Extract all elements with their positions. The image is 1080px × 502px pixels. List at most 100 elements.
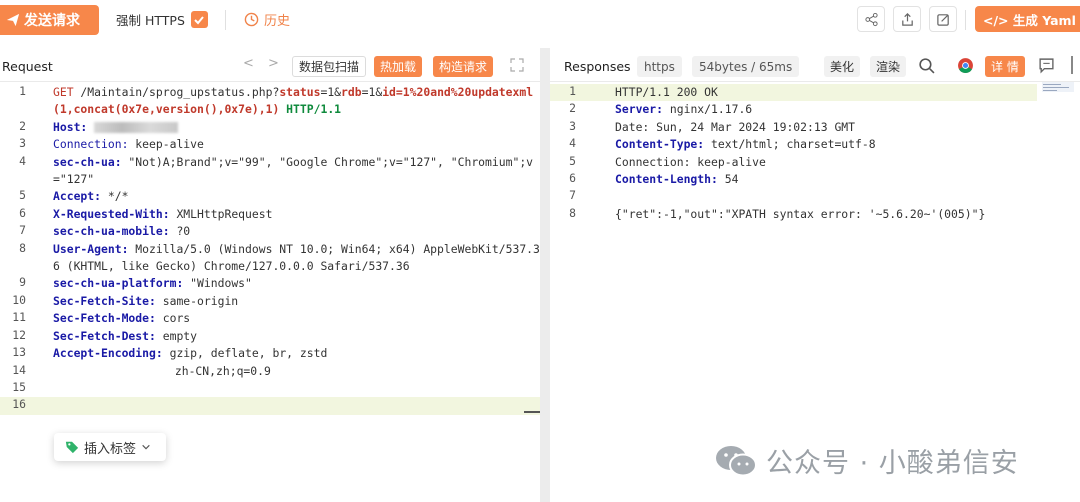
param-key: status: [279, 85, 321, 99]
header-key: Accept-Encoding:: [53, 346, 163, 361]
code-line: 10 Sec-Fetch-Site: same-origin: [0, 293, 540, 310]
code-line: 3 Connection: keep-alive: [0, 136, 540, 153]
export-button[interactable]: [893, 6, 921, 32]
header-key: Sec-Fetch-Site:: [53, 293, 156, 308]
header-value: empty: [155, 328, 198, 343]
minimap[interactable]: [1042, 82, 1074, 92]
code-line: 6 Content-Length: 54: [550, 171, 1080, 188]
insert-tag-label: 插入标签: [84, 441, 137, 457]
code-line: 2 Host:: [0, 119, 540, 136]
packet-scan-button[interactable]: 数据包扫描: [292, 56, 367, 77]
header-value: XMLHttpRequest: [169, 206, 273, 221]
clock-icon: [244, 12, 259, 27]
search-icon[interactable]: [918, 57, 935, 74]
header-key: Sec-Fetch-Mode:: [53, 311, 156, 326]
toolbar-divider: [965, 10, 966, 30]
response-body: {"ret":-1,"out":"XPATH syntax error: '~5…: [615, 206, 986, 221]
line-number: 12: [12, 327, 26, 342]
header-key: Host:: [53, 119, 88, 134]
header-key: Sec-Fetch-Dest:: [53, 328, 156, 343]
request-panel: Request < > 数据包扫描 热加载 构造请求 1 GET /Mainta…: [0, 48, 540, 502]
chevron-right-icon[interactable]: >: [268, 56, 279, 71]
line-number: 1: [19, 84, 26, 98]
line-number: 1: [569, 84, 576, 98]
code-line: 9 sec-ch-ua-platform: "Windows": [0, 275, 540, 292]
chevron-left-icon[interactable]: <: [243, 56, 254, 71]
line-number: 2: [19, 118, 26, 133]
history-button[interactable]: 历史: [244, 10, 290, 29]
code-line: 8 User-Agent: Mozilla/5.0 (Windows NT 10…: [0, 241, 540, 276]
code-line: 5 Accept: */*: [0, 188, 540, 205]
send-icon: [6, 13, 20, 27]
header-key: X-Requested-With:: [53, 206, 170, 221]
code-line: 2 Server: nginx/1.17.6: [550, 101, 1080, 118]
line-number: 14: [12, 362, 26, 377]
panel-splitter[interactable]: [540, 48, 550, 502]
force-https-label: 强制 HTTPS: [116, 13, 185, 28]
size-time-badge: 54bytes / 65ms: [692, 56, 800, 77]
chrome-icon[interactable]: [957, 57, 974, 74]
header-line: Date: Sun, 24 Mar 2024 19:02:13 GMT: [615, 119, 856, 134]
share-button[interactable]: [857, 6, 885, 32]
header-value: ?0: [169, 224, 191, 239]
beautify-button[interactable]: 美化: [824, 56, 861, 77]
header-key: sec-ch-ua:: [53, 154, 122, 169]
send-request-button[interactable]: 发送请求: [0, 5, 99, 35]
insert-tag-dropdown[interactable]: 插入标签: [54, 433, 166, 461]
code-line: 6 X-Requested-With: XMLHttpRequest: [0, 206, 540, 223]
history-label: 历史: [264, 14, 291, 29]
more-icon[interactable]: [1071, 56, 1073, 74]
line-number: 7: [569, 188, 576, 203]
http-version: HTTP/1.1: [279, 102, 342, 117]
generate-yaml-label: </> 生成 Yaml 模: [983, 12, 1080, 28]
code-line: 1 GET /Maintain/sprog_upstatus.php?statu…: [0, 84, 540, 119]
check-icon: [194, 15, 205, 24]
comment-icon[interactable]: [1038, 57, 1055, 74]
header-value: "Windows": [183, 276, 252, 291]
expand-icon[interactable]: [510, 58, 524, 72]
top-toolbar: 发送请求 强制 HTTPS 历史 </> 生成 Yaml 模: [0, 0, 1080, 40]
request-editor[interactable]: 1 GET /Maintain/sprog_upstatus.php?statu…: [0, 84, 540, 415]
header-key: sec-ch-ua-platform:: [53, 276, 184, 291]
header-key: sec-ch-ua-mobile:: [53, 224, 170, 239]
line-number: 3: [569, 118, 576, 133]
header-value: text/html; charset=utf-8: [704, 137, 876, 152]
param-value: =1&: [320, 85, 342, 99]
code-line: 4 sec-ch-ua: "Not)A;Brand";v="99", "Goog…: [0, 154, 540, 189]
tag-icon: [65, 441, 79, 454]
detail-button[interactable]: 详 情: [985, 56, 1025, 77]
param-key: id: [382, 85, 396, 99]
hot-load-button[interactable]: 热加载: [374, 56, 423, 77]
scroll-marker: [524, 411, 540, 413]
code-line: 13 Accept-Encoding: gzip, deflate, br, z…: [0, 345, 540, 362]
line-number: 2: [569, 101, 576, 116]
code-line: 3 Date: Sun, 24 Mar 2024 19:02:13 GMT: [550, 119, 1080, 136]
force-https-toggle[interactable]: 强制 HTTPS: [116, 10, 208, 29]
code-line-active: 1 HTTP/1.1 200 OK: [550, 84, 1037, 102]
edit-button[interactable]: [929, 6, 957, 32]
build-request-button[interactable]: 构造请求: [433, 56, 494, 77]
generate-yaml-button[interactable]: </> 生成 Yaml 模: [975, 6, 1080, 32]
render-button[interactable]: 渲染: [870, 56, 907, 77]
param-key: rdb: [341, 85, 362, 99]
code-line: 7 ​: [550, 188, 1080, 205]
edit-icon: [936, 13, 949, 26]
line-number: 16: [12, 397, 26, 412]
line-number: 5: [569, 153, 576, 168]
watermark-text: 公众号 · 小酸弟信安: [766, 448, 1019, 479]
response-viewer[interactable]: 1 HTTP/1.1 200 OK 2 Server: nginx/1.17.6…: [550, 84, 1080, 223]
code-line: 5 Connection: keep-alive: [550, 154, 1080, 171]
chevron-down-icon: [142, 444, 150, 450]
response-panel: Responses https 54bytes / 65ms 美化 渲染 详 情…: [550, 48, 1080, 502]
code-line: 7 sec-ch-ua-mobile: ?0: [0, 223, 540, 240]
header-key: Content-Type:: [615, 137, 705, 152]
line-number: 3: [19, 136, 26, 151]
param-value: =1&: [361, 85, 383, 99]
share-icon: [864, 12, 878, 26]
header-value: zh-CN,zh;q=0.9: [168, 363, 271, 378]
force-https-checkbox[interactable]: [190, 11, 208, 28]
header-key: User-Agent:: [53, 241, 129, 256]
header-key: Accept:: [53, 189, 102, 204]
upload-icon: [901, 12, 913, 26]
code-line: 12 Sec-Fetch-Dest: empty: [0, 328, 540, 345]
